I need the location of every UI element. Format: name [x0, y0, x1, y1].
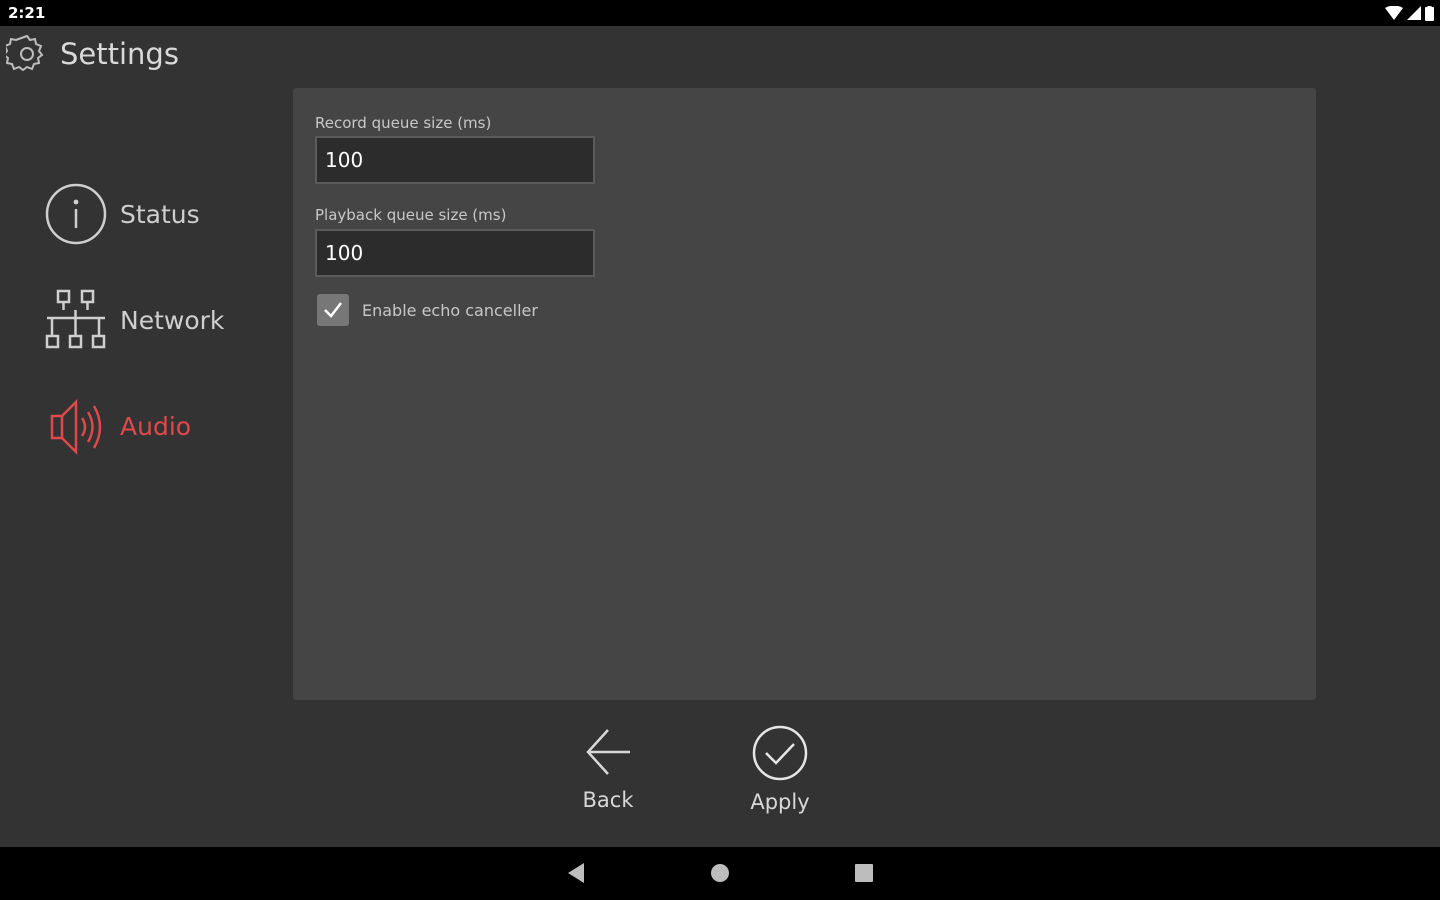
record-queue-input[interactable]: [315, 136, 595, 184]
nav-home-icon[interactable]: [709, 861, 731, 885]
nav-recents-icon[interactable]: [853, 861, 875, 885]
record-queue-label: Record queue size (ms): [315, 114, 492, 132]
nav-back-icon[interactable]: [566, 861, 586, 885]
apply-button[interactable]: Apply: [725, 724, 835, 814]
arrow-left-icon: [586, 729, 630, 775]
app-header: Settings: [6, 32, 179, 76]
playback-queue-label: Playback queue size (ms): [315, 206, 507, 224]
system-navigation-bar: [0, 847, 1440, 900]
info-icon: [45, 183, 107, 245]
back-button-label: Back: [582, 788, 634, 812]
checkmark-icon: [324, 302, 342, 318]
echo-canceller-checkbox[interactable]: [317, 294, 349, 326]
sidebar-item-label: Network: [120, 305, 225, 335]
sidebar-item-label: Audio: [120, 411, 192, 441]
audio-settings-panel: Record queue size (ms) Playback queue si…: [293, 88, 1316, 700]
sidebar-item-network[interactable]: Network: [44, 288, 224, 352]
check-circle-icon: [752, 725, 808, 781]
network-icon: [45, 289, 106, 349]
status-time: 2:21: [8, 4, 46, 22]
echo-canceller-option[interactable]: Enable echo canceller: [317, 294, 538, 326]
sidebar-item-label: Status: [120, 199, 200, 229]
system-icons: [1385, 5, 1434, 21]
status-bar: 2:21: [0, 0, 1440, 26]
playback-queue-input[interactable]: [315, 229, 595, 277]
back-button[interactable]: Back: [553, 724, 663, 812]
speaker-icon: [50, 398, 102, 456]
apply-button-label: Apply: [750, 790, 810, 814]
sidebar-item-status[interactable]: Status: [44, 182, 200, 246]
sidebar-item-audio[interactable]: Audio: [44, 396, 191, 456]
signal-icon: [1407, 6, 1421, 20]
echo-canceller-label: Enable echo canceller: [362, 300, 538, 320]
wifi-icon: [1385, 6, 1403, 20]
gear-icon: [6, 34, 44, 72]
battery-icon: [1425, 5, 1434, 21]
page-title: Settings: [60, 37, 179, 71]
